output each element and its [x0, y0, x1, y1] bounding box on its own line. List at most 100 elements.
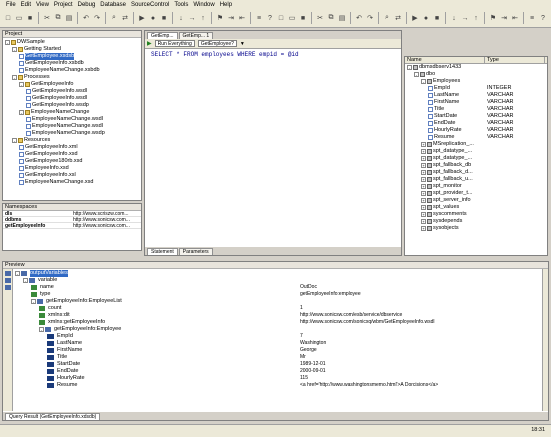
text-view-icon[interactable] [4, 285, 11, 290]
expand-icon[interactable]: + [421, 226, 426, 231]
collapse-icon[interactable]: - [12, 138, 17, 143]
menu-view[interactable]: View [36, 2, 49, 8]
expand-icon[interactable]: + [421, 142, 426, 147]
db-tree-item[interactable]: Title VARCHAR [407, 106, 547, 113]
save-icon[interactable]: ■ [298, 12, 308, 24]
run-combo[interactable]: Run Everything [154, 40, 195, 47]
expand-icon[interactable]: + [421, 177, 426, 182]
preview-tree-item[interactable]: FirstName George [15, 347, 542, 354]
db-tree-item[interactable]: EndDate VARCHAR [407, 120, 547, 127]
find-icon[interactable]: ⌕ [109, 12, 119, 24]
editor-tab[interactable]: GetEmp... [147, 32, 178, 39]
collapse-icon[interactable]: - [5, 40, 10, 45]
preview-tree-item[interactable]: - outputVariables [15, 270, 542, 277]
comment-icon[interactable]: ≡ [527, 12, 537, 24]
project-tree-item[interactable]: GetEmployeeInfo.xml [5, 144, 141, 151]
paste-icon[interactable]: ▤ [64, 12, 74, 24]
expand-icon[interactable]: + [421, 156, 426, 161]
menu-window[interactable]: Window [193, 2, 214, 8]
outdent-icon[interactable]: ⇤ [510, 12, 520, 24]
preview-tree-item[interactable]: - variable [15, 277, 542, 284]
project-tree-item[interactable]: GetEmployeeInfo.xsbdb [5, 60, 141, 67]
project-tree-item[interactable]: GetEmployeeInfo.xsl [5, 172, 141, 179]
preview-tree-item[interactable]: name OutDoc [15, 284, 542, 291]
collapse-icon[interactable]: - [31, 299, 36, 304]
tab-statement[interactable]: Statement [147, 248, 178, 255]
preview-tree-item[interactable]: EndDate 2000-09-01 [15, 368, 542, 375]
help-icon[interactable]: ? [265, 12, 275, 24]
run-icon[interactable]: ▶ [147, 40, 152, 47]
tree-view-icon[interactable] [4, 271, 11, 276]
menu-database[interactable]: Database [100, 2, 126, 8]
preview-tree-item[interactable]: type getEmployeeInfo:employee [15, 291, 542, 298]
db-tree-item[interactable]: - dbo [407, 71, 547, 78]
db-tree-item[interactable]: + MSreplication_... [407, 141, 547, 148]
menu-debug[interactable]: Debug [78, 2, 96, 8]
project-tree-item[interactable]: GetEmployee.xsdsb [5, 53, 141, 60]
run-icon[interactable]: ▶ [137, 12, 147, 24]
expand-icon[interactable]: + [421, 198, 426, 203]
find-icon[interactable]: ⌕ [382, 12, 392, 24]
db-tree-item[interactable]: StartDate VARCHAR [407, 113, 547, 120]
new-file-icon[interactable]: □ [276, 12, 286, 24]
collapse-icon[interactable]: - [39, 327, 44, 332]
db-tree-item[interactable]: + spt_values [407, 204, 547, 211]
db-tree-item[interactable]: + spt_datatype_... [407, 155, 547, 162]
preview-tree-item[interactable]: xmlns:dit http://www.sonicsw.com/esb/serv… [15, 312, 542, 319]
db-tree-item[interactable]: + spt_provider_t... [407, 190, 547, 197]
project-tree-item[interactable]: - Resources [5, 137, 141, 144]
db-tree-item[interactable]: + spt_fallback_d... [407, 169, 547, 176]
preview-tree-item[interactable]: - getEmployeeInfo:EmployeeList [15, 298, 542, 305]
step-out-icon[interactable]: ↑ [198, 12, 208, 24]
project-tree-item[interactable]: GetEmployeeInfo.wsdl [5, 88, 141, 95]
tab-query-result[interactable]: Query Result (GetEmployeeInfo.xdsdb) [5, 413, 101, 420]
collapse-icon[interactable]: - [12, 47, 17, 52]
db-tree-item[interactable]: EmpId INTEGER [407, 85, 547, 92]
debug-icon[interactable]: ● [148, 12, 158, 24]
step-into-icon[interactable]: ↓ [449, 12, 459, 24]
project-tree-item[interactable]: EmployeeNameChange.wsdl [5, 116, 141, 123]
step-into-icon[interactable]: ↓ [176, 12, 186, 24]
collapse-icon[interactable]: - [23, 278, 28, 283]
db-tree-item[interactable]: + spt_fallback_db [407, 162, 547, 169]
cut-icon[interactable]: ✂ [315, 12, 325, 24]
step-over-icon[interactable]: → [187, 12, 197, 24]
outdent-icon[interactable]: ⇤ [237, 12, 247, 24]
db-tree-item[interactable]: - dbmsdbserv1433 [407, 64, 547, 71]
open-folder-icon[interactable]: ▭ [14, 12, 24, 24]
collapse-icon[interactable]: - [19, 110, 24, 115]
project-tree-item[interactable]: - GetEmployeeInfo [5, 81, 141, 88]
redo-icon[interactable]: ↷ [92, 12, 102, 24]
menu-file[interactable]: File [6, 2, 16, 8]
project-tree-item[interactable]: - Processes [5, 74, 141, 81]
db-tree-item[interactable]: Resume VARCHAR [407, 134, 547, 141]
db-tree-item[interactable]: - Employees [407, 78, 547, 85]
collapse-icon[interactable]: - [414, 72, 419, 77]
undo-icon[interactable]: ↶ [354, 12, 364, 24]
menu-edit[interactable]: Edit [21, 2, 31, 8]
db-tree-item[interactable]: + spt_monitor [407, 183, 547, 190]
bookmark-icon[interactable]: ⚑ [488, 12, 498, 24]
project-tree-item[interactable]: - EmployeeNameChange [5, 109, 141, 116]
expand-icon[interactable]: + [421, 212, 426, 217]
db-tree-item[interactable]: + spt_server_info [407, 197, 547, 204]
expand-icon[interactable]: + [421, 163, 426, 168]
project-tree-item[interactable]: EmployeeNameChange.xsd [5, 179, 141, 186]
stop-icon[interactable]: ■ [432, 12, 442, 24]
expand-icon[interactable]: + [421, 191, 426, 196]
preview-tree-item[interactable]: EmpId 7 [15, 333, 542, 340]
project-tree-item[interactable]: GetEmployee180rb.xsd [5, 158, 141, 165]
comment-icon[interactable]: ≡ [254, 12, 264, 24]
preview-tree-item[interactable]: LastName Washington [15, 340, 542, 347]
collapse-icon[interactable]: - [12, 75, 17, 80]
indent-icon[interactable]: ⇥ [226, 12, 236, 24]
expand-icon[interactable]: + [421, 219, 426, 224]
stop-icon[interactable]: ■ [159, 12, 169, 24]
copy-icon[interactable]: ⧉ [53, 12, 63, 24]
collapse-icon[interactable]: - [407, 65, 412, 70]
operation-combo[interactable]: GetEmployee? [197, 40, 237, 47]
project-tree-item[interactable]: - DWSample [5, 39, 141, 46]
open-folder-icon[interactable]: ▭ [287, 12, 297, 24]
chevron-down-icon[interactable]: ▼ [240, 41, 245, 47]
project-tree-item[interactable]: EmployeeNameChange.wsdp [5, 130, 141, 137]
